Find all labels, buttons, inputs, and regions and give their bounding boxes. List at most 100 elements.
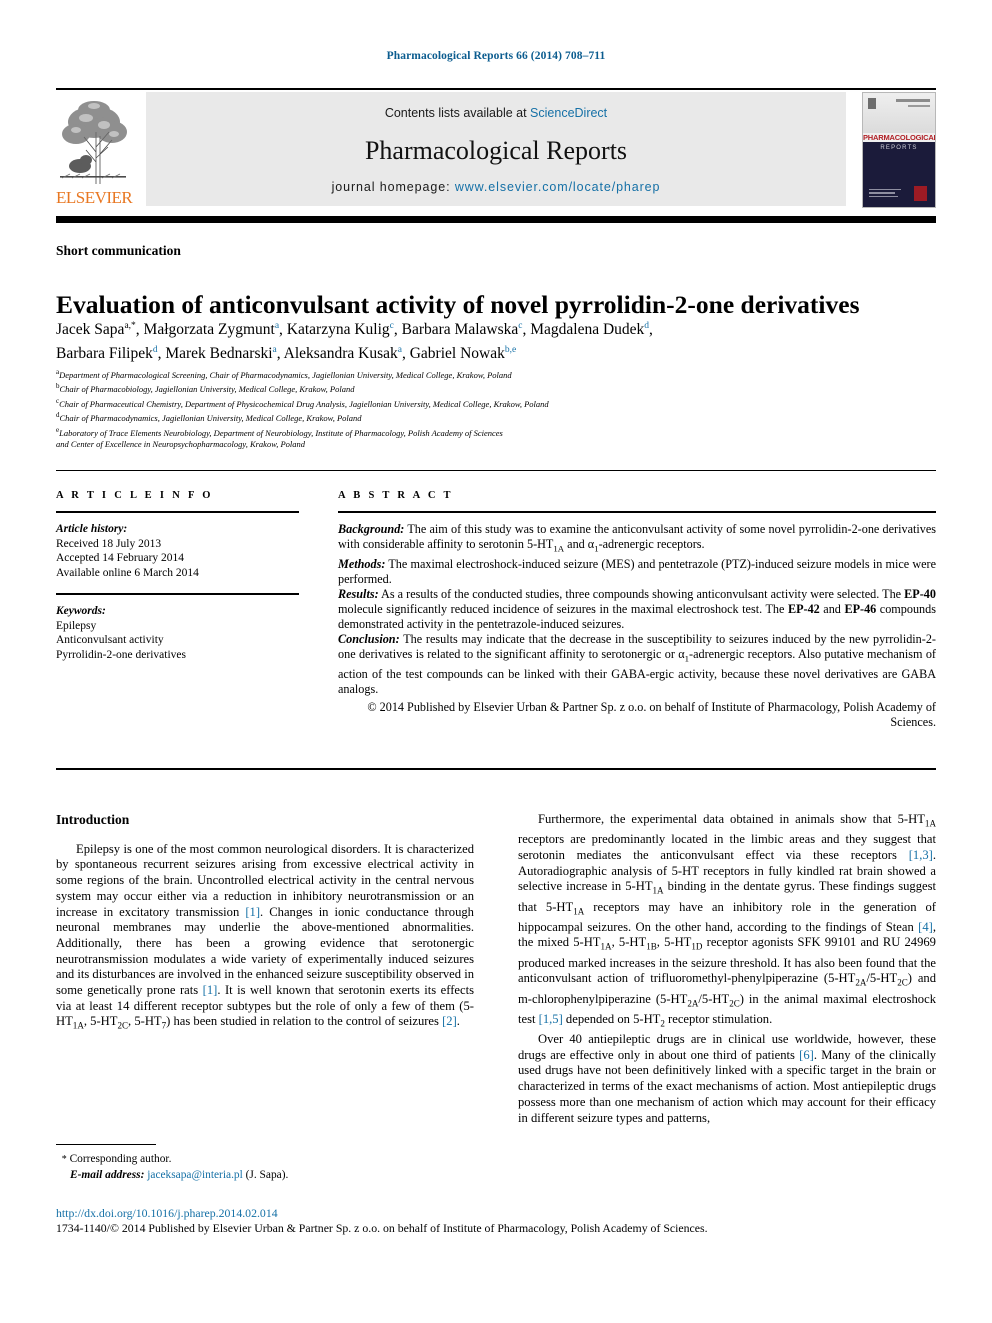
body-columns: Introduction Epilepsy is one of the most… <box>56 812 936 1202</box>
affiliation-item: aDepartment of Pharmacological Screening… <box>56 367 936 381</box>
homepage-line: journal homepage: www.elsevier.com/locat… <box>146 180 846 194</box>
homepage-prefix: journal homepage: <box>331 180 455 194</box>
article-info-heading: A R T I C L E I N F O <box>56 490 214 501</box>
section-heading-introduction: Introduction <box>56 812 130 827</box>
author-name: Katarzyna Kulig <box>286 321 390 339</box>
abstract-conclusion-text: The results may indicate that the decrea… <box>338 632 936 696</box>
header-bottom-rule <box>56 216 936 223</box>
author-sup: a <box>397 345 402 356</box>
body-column-right: Furthermore, the experimental data obtai… <box>518 812 936 1126</box>
keywords-group: Keywords: Epilepsy Anticonvulsant activi… <box>56 604 299 662</box>
email-owner: (J. Sapa). <box>242 1168 289 1181</box>
paragraph: Over 40 antiepileptic drugs are in clini… <box>518 1032 937 1125</box>
abstract-background-text: The aim of this study was to examine the… <box>338 522 936 554</box>
abstract-body: Background: The aim of this study was to… <box>338 522 936 697</box>
header-top-rule <box>56 88 936 90</box>
journal-title: Pharmacological Reports <box>364 136 628 165</box>
keywords-rule <box>56 593 299 595</box>
cover-emblem-icon <box>868 98 876 109</box>
abstract-panel: A B S T R A C T Background: The aim of t… <box>338 490 936 730</box>
affiliation-item: dChair of Pharmacodynamics, Jagiellonian… <box>56 410 936 424</box>
article-type: Short communication <box>56 243 181 258</box>
history-received: Received 18 July 2013 <box>56 537 162 550</box>
elsevier-tree-icon <box>56 92 132 190</box>
author-name: Barbara Malawska <box>401 321 519 339</box>
affiliation-text: Chair of Pharmacobiology, Jagiellonian U… <box>59 384 355 395</box>
article-page: Pharmacological Reports 66 (2014) 708–71… <box>0 0 992 1323</box>
author-sup: a <box>272 345 277 356</box>
running-head: Pharmacological Reports 66 (2014) 708–71… <box>386 50 606 62</box>
abstract-background-label: Background: <box>338 522 405 536</box>
history-online: Available online 6 March 2014 <box>56 566 199 579</box>
affiliation-text: Chair of Pharmacodynamics, Jagiellonian … <box>59 413 362 424</box>
abstract-rule <box>338 511 936 513</box>
corresponding-star: * <box>61 1154 67 1165</box>
keyword-item: Epilepsy <box>56 619 97 632</box>
abstract-copyright: © 2014 Published by Elsevier Urban & Par… <box>367 699 936 729</box>
author-name: Aleksandra Kusak <box>283 345 398 363</box>
author-name: Marek Bednarski <box>165 345 273 363</box>
article-history-label: Article history: <box>56 523 128 535</box>
author-name: Gabriel Nowak <box>409 345 505 363</box>
abstract-results-label: Results: <box>338 586 379 601</box>
history-accepted: Accepted 14 February 2014 <box>56 552 185 564</box>
abstract-bottom-rule <box>56 768 936 770</box>
sciencedirect-link[interactable]: ScienceDirect <box>530 106 607 120</box>
authors-line-1: Jacek Sapaa,*, Małgorzata Zygmunta, Kata… <box>56 321 653 339</box>
author-sup: a <box>274 321 280 331</box>
affiliation-text: and Center of Excellence in Neuropsychop… <box>56 439 306 450</box>
author-name: Jacek Sapa <box>56 321 125 339</box>
elsevier-wordmark: ELSEVIER <box>56 188 133 207</box>
corresponding-author-label: Corresponding author. <box>69 1153 172 1165</box>
footnote-block: * Corresponding author. E-mail address: … <box>56 1152 474 1182</box>
affiliation-item: bChair of Pharmacobiology, Jagiellonian … <box>56 381 936 395</box>
elsevier-logo: ELSEVIER <box>56 92 133 210</box>
journal-banner: Contents lists available at ScienceDirec… <box>146 92 846 206</box>
email-link[interactable]: jaceksapa@interia.pl <box>147 1169 243 1181</box>
article-info-rule <box>56 511 299 513</box>
author-sup: b,e <box>504 345 517 356</box>
contents-prefix: Contents lists available at <box>384 106 531 120</box>
author-name: Magdalena Dudek <box>530 321 645 339</box>
abstract-conclusion-label: Conclusion: <box>338 632 400 647</box>
cover-publisher-icon <box>914 186 927 201</box>
author-name: Małgorzata Zygmunt <box>143 321 275 339</box>
abstract-heading: A B S T R A C T <box>338 490 454 501</box>
email-label: E-mail address: <box>70 1168 145 1181</box>
affiliation-text: Laboratory of Trace Elements Neurobiolog… <box>59 427 503 438</box>
cover-title-line2: REPORTS <box>880 145 918 151</box>
affiliation-text: Department of Pharmacological Screening,… <box>59 369 512 380</box>
author-sup: c <box>518 321 523 331</box>
article-info-panel: A R T I C L E I N F O Article history: R… <box>56 490 299 675</box>
corresponding-author-line: * Corresponding author. <box>56 1152 474 1168</box>
info-top-rule <box>56 470 936 471</box>
cover-footer-text <box>869 188 901 200</box>
article-history-group: Article history: Received 18 July 2013 A… <box>56 522 299 580</box>
affiliation-item: eLaboratory of Trace Elements Neurobiolo… <box>56 425 936 439</box>
authors-line-2: Barbara Filipekd, Marek Bednarskia, Alek… <box>56 345 517 363</box>
author-sup: d <box>644 321 650 331</box>
author-list: Jacek Sapaa,*, Małgorzata Zygmunta, Kata… <box>56 316 936 364</box>
email-line: E-mail address: jaceksapa@interia.pl (J.… <box>56 1168 474 1183</box>
cover-header-line-1 <box>896 99 930 102</box>
footnote-rule <box>56 1144 156 1145</box>
author-name: Barbara Filipek <box>56 345 153 363</box>
journal-header: ELSEVIER Contents lists available at Sci… <box>56 88 936 210</box>
contents-line: Contents lists available at ScienceDirec… <box>146 106 846 120</box>
cover-header-line-2 <box>908 105 930 107</box>
author-sup: c <box>389 321 394 331</box>
affiliation-list: aDepartment of Pharmacological Screening… <box>56 367 936 451</box>
abstract-methods-text: The maximal electroshock-induced seizure… <box>338 556 936 586</box>
cover-title-line1: PHARMACOLOGICAL <box>863 133 936 142</box>
body-column-left: Introduction Epilepsy is one of the most… <box>56 812 474 1035</box>
keyword-item: Pyrrolidin-2-one derivatives <box>56 648 186 661</box>
keywords-label: Keywords: <box>56 605 106 617</box>
doi-link[interactable]: http://dx.doi.org/10.1016/j.pharep.2014.… <box>56 1206 278 1221</box>
keyword-item: Anticonvulsant activity <box>56 634 164 646</box>
affiliation-item: cChair of Pharmaceutical Chemistry, Depa… <box>56 396 936 410</box>
issn-copyright-line: 1734-1140/© 2014 Published by Elsevier U… <box>56 1221 708 1235</box>
author-sup[interactable]: a,* <box>124 321 135 331</box>
affiliation-item: and Center of Excellence in Neuropsychop… <box>56 439 936 451</box>
homepage-link[interactable]: www.elsevier.com/locate/pharep <box>455 180 661 194</box>
abstract-results-text: As a results of the conducted studies, t… <box>338 586 936 631</box>
